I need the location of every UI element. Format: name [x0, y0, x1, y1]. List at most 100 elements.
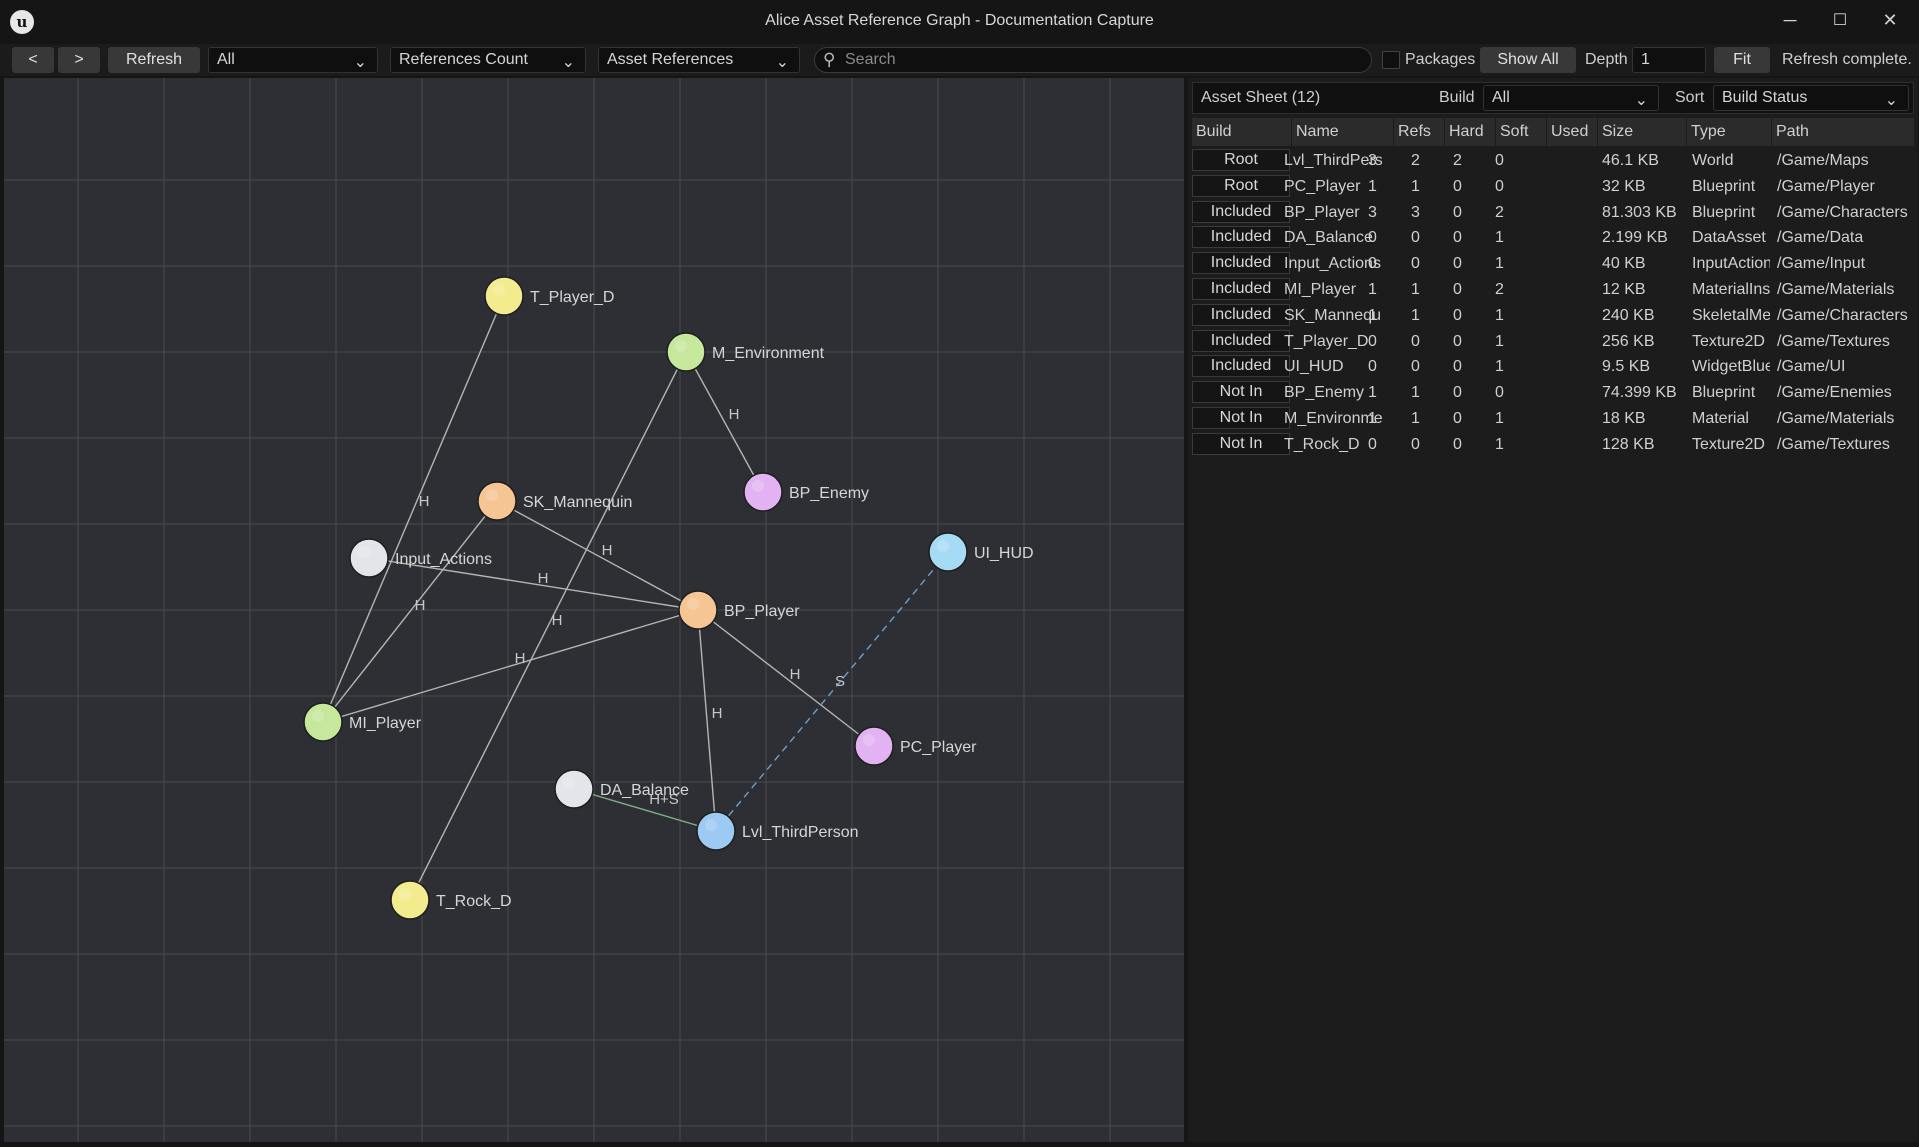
column-hard[interactable]: Hard	[1445, 118, 1496, 146]
graph-node-SK_Mannequin[interactable]: SK_Mannequin	[477, 481, 632, 521]
table-row[interactable]: IncludedMI_Player110212 KBMaterialInstan…	[1192, 277, 1914, 302]
reference-graph-canvas[interactable]: H H H H H H H H H S H+S T_Player_D M_Environment BP_…	[4, 78, 1184, 1142]
edge-label: S	[835, 673, 845, 690]
build-filter-dropdown[interactable]: All ⌄	[1483, 85, 1659, 111]
packages-checkbox[interactable]	[1382, 51, 1400, 69]
graph-node-PC_Player[interactable]: PC_Player	[854, 726, 977, 766]
search-input[interactable]: ⚲ Search	[814, 47, 1372, 73]
back-button[interactable]: <	[12, 47, 54, 73]
node-label: BP_Player	[724, 603, 800, 620]
cell-hard: 0	[1411, 435, 1420, 453]
node-label: T_Rock_D	[436, 893, 512, 910]
graph-node-T_Rock_D[interactable]: T_Rock_D	[390, 880, 512, 920]
table-row[interactable]: IncludedSK_Mannequin1101240 KBSkeletalMe…	[1192, 303, 1914, 328]
build-filter-value: All	[1492, 89, 1510, 106]
cell-soft: 0	[1453, 306, 1462, 324]
column-refs[interactable]: Refs	[1394, 118, 1445, 146]
table-row[interactable]: Included DA_Balance 0 0 0 1 2.199 KB DataAsset /…	[1192, 225, 1914, 250]
edge-label: H	[419, 493, 430, 510]
metric-dropdown[interactable]: References Count ⌄	[390, 47, 586, 73]
table-row[interactable]: IncludedUI_HUD00019.5 KBWidgetBlueprint/…	[1192, 354, 1914, 379]
table-row[interactable]: Root PC_Player 1 1 0 0 32 KB Blueprint/Game/Pla…	[1192, 174, 1914, 199]
graph-node-Input_Actions[interactable]: Input_Actions	[349, 538, 492, 578]
node-circle[interactable]	[854, 726, 894, 766]
checkbox-box[interactable]	[1382, 51, 1400, 69]
node-circle[interactable]	[349, 538, 389, 578]
cell-type: Texture2D	[1692, 435, 1765, 453]
node-highlight	[687, 598, 699, 610]
cell-size: 256 KB	[1602, 332, 1655, 350]
table-row[interactable]: Included BP_Player 3 3 0 2 81.303 KB Blueprint /…	[1192, 200, 1914, 225]
cell-soft: 2	[1453, 152, 1462, 169]
node-label: PC_Player	[900, 739, 977, 756]
edge-SK_Mannequin-MI_Player[interactable]	[322, 500, 498, 723]
chevron-down-icon: ⌄	[353, 54, 367, 71]
close-icon[interactable]: ✕	[1872, 6, 1908, 34]
cell-type: InputAction	[1692, 255, 1770, 273]
node-layer: T_Player_D M_Environment BP_Enemy SK_Manneq…	[303, 276, 1034, 920]
cell-type: World	[1692, 152, 1734, 169]
refresh-button[interactable]: Refresh	[108, 47, 200, 73]
sort-label: Sort	[1675, 89, 1705, 106]
build-status-badge: Included	[1192, 303, 1290, 326]
window-title: Alice Asset Reference Graph - Documentat…	[765, 12, 1154, 29]
node-label: T_Player_D	[530, 289, 614, 306]
node-circle[interactable]	[477, 481, 517, 521]
build-status-badge: Included	[1192, 329, 1290, 352]
edge-UI_HUD-Lvl_ThirdPerson[interactable]	[715, 551, 949, 832]
sort-dropdown[interactable]: Build Status ⌄	[1713, 85, 1909, 111]
cell-size: 128 KB	[1602, 435, 1655, 453]
graph-node-BP_Enemy[interactable]: BP_Enemy	[743, 472, 869, 512]
cell-hard: 0	[1411, 358, 1420, 376]
node-circle[interactable]	[390, 880, 430, 920]
forward-button[interactable]: >	[58, 47, 100, 73]
column-type[interactable]: Type	[1687, 118, 1772, 146]
cell-hard: 1	[1411, 384, 1420, 402]
filter-dropdown[interactable]: All ⌄	[208, 47, 378, 73]
table-row[interactable]: Not InM_Environment110118 KBMaterial/Gam…	[1192, 406, 1914, 431]
node-highlight	[486, 489, 498, 501]
table-row[interactable]: Not In T_Rock_D 0 0 0 1 128 KB Texture2D/Game/T…	[1192, 432, 1914, 457]
graph-node-UI_HUD[interactable]: UI_HUD	[928, 532, 1034, 572]
node-circle[interactable]	[666, 332, 706, 372]
graph-node-MI_Player[interactable]: MI_Player	[303, 702, 422, 742]
column-name[interactable]: Name	[1292, 118, 1394, 146]
column-used[interactable]: Used	[1547, 118, 1598, 146]
table-row[interactable]: Not In BP_Enemy 1 1 0 0 74.399 KB Blueprint/Gam…	[1192, 380, 1914, 405]
column-path[interactable]: Path	[1772, 118, 1914, 146]
column-build[interactable]: Build	[1192, 118, 1292, 146]
column-size[interactable]: Size	[1598, 118, 1687, 146]
maximize-icon[interactable]: ☐	[1822, 6, 1858, 34]
fit-button[interactable]: Fit	[1714, 47, 1770, 73]
edge-MI_Player-BP_Player[interactable]	[322, 609, 699, 723]
edge-MI_Player-T_Player_D[interactable]	[322, 295, 505, 723]
node-circle[interactable]	[554, 769, 594, 809]
graph-node-M_Environment[interactable]: M_Environment	[666, 332, 825, 372]
edge-label: H	[602, 542, 613, 559]
graph-node-BP_Player[interactable]: BP_Player	[678, 590, 800, 630]
node-label: M_Environment	[712, 345, 825, 362]
node-circle[interactable]	[303, 702, 343, 742]
edge-BP_Player-PC_Player[interactable]	[697, 609, 875, 747]
node-circle[interactable]	[484, 276, 524, 316]
graph-node-T_Player_D[interactable]: T_Player_D	[484, 276, 614, 316]
table-row[interactable]: Included T_Player_D 0 0 0 1 256 KB Texture2D/Ga…	[1192, 329, 1914, 354]
cell-hard: 2	[1411, 152, 1420, 169]
depth-input[interactable]: 1	[1632, 47, 1706, 73]
column-soft[interactable]: Soft	[1496, 118, 1547, 146]
minimize-icon[interactable]: ─	[1772, 6, 1808, 34]
chevron-down-icon: ⌄	[561, 54, 575, 71]
edge-M_Environment-BP_Enemy[interactable]	[685, 351, 764, 493]
node-circle[interactable]	[928, 532, 968, 572]
show-all-button[interactable]: Show All	[1480, 47, 1576, 73]
graph-node-Lvl_ThirdPerson[interactable]: Lvl_ThirdPerson	[696, 811, 859, 851]
node-circle[interactable]	[678, 590, 718, 630]
build-status-badge: Not In	[1192, 407, 1290, 429]
build-status-badge: Included	[1192, 278, 1290, 300]
table-row[interactable]: RootLvl_ThirdPerson322046.1 KBWorld/Game…	[1192, 148, 1914, 173]
node-circle[interactable]	[696, 811, 736, 851]
table-row[interactable]: Included Input_Actions 0 0 0 1 40 KB InputActio…	[1192, 251, 1914, 276]
cell-refs: 1	[1368, 177, 1377, 195]
node-circle[interactable]	[743, 472, 783, 512]
mode-dropdown[interactable]: Asset References ⌄	[598, 47, 800, 73]
